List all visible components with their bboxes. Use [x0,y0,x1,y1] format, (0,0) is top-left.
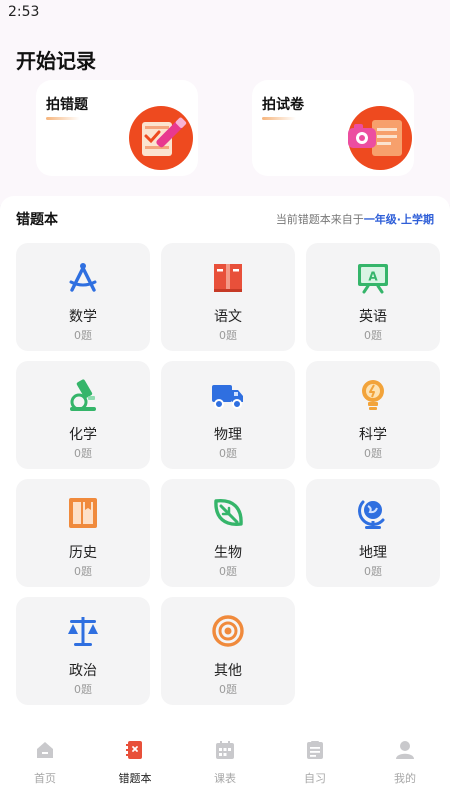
subject-name: 语文 [214,309,242,325]
profile-icon [396,741,414,759]
page-title: 开始记录 [16,49,96,73]
grade-selector-link[interactable]: 一年级·上学期 [364,213,434,226]
microscope-icon [70,379,96,411]
subject-tile-politics[interactable]: 政治 0题 [16,597,150,705]
svg-text:A: A [368,270,378,284]
subject-count: 0题 [364,447,382,460]
subject-name: 地理 [359,545,387,561]
target-icon [212,615,244,647]
grade-hint: 当前错题本来自于一年级·上学期 [276,211,434,227]
wrong-question-notebook: 错题本 当前错题本来自于一年级·上学期 数学 0题 语文 0题 A 英语 0题 … [0,196,450,734]
subject-name: 其他 [214,663,242,679]
snap-wrong-question-label: 拍错题 [46,97,88,113]
notebook-icon [126,741,142,759]
wrong-question-camera-icon [129,106,193,170]
bottom-tab-bar: 首页 错题本 课表 自习 我的 [0,734,450,800]
subject-count: 0题 [219,447,237,460]
lightbulb-icon [362,380,384,410]
clipboard-icon [307,741,323,759]
subject-name: 科学 [359,427,387,443]
subject-tile-math[interactable]: 数学 0题 [16,243,150,351]
letter-a-board-icon: A [358,264,388,294]
subject-tile-other[interactable]: 其他 0题 [161,597,295,705]
tab-self-study[interactable]: 自习 [270,734,360,800]
calendar-icon [216,741,234,759]
tab-schedule[interactable]: 课表 [180,734,270,800]
tab-notebook[interactable]: 错题本 [90,734,180,800]
scale-icon [68,617,98,646]
tab-label: 错题本 [118,772,152,785]
subject-name: 政治 [69,663,97,679]
subject-tile-chemistry[interactable]: 化学 0题 [16,361,150,469]
tab-profile[interactable]: 我的 [360,734,450,800]
status-time: 2:53 [8,4,40,20]
truck-icon [212,385,243,409]
leaf-icon [214,499,243,526]
subject-count: 0题 [219,329,237,342]
compass-icon [69,263,97,292]
snap-exam-paper-card[interactable]: 拍试卷 [252,80,414,176]
home-icon [37,742,53,758]
tab-label: 课表 [214,772,236,785]
tab-label: 首页 [34,772,56,785]
subject-name: 英语 [359,309,387,325]
snap-exam-paper-label: 拍试卷 [262,97,304,113]
tab-label: 自习 [304,772,326,785]
subject-count: 0题 [74,447,92,460]
subject-tile-biology[interactable]: 生物 0题 [161,479,295,587]
subject-tile-geography[interactable]: 地理 0题 [306,479,440,587]
subject-tile-history[interactable]: 历史 0题 [16,479,150,587]
exam-paper-camera-icon [348,106,412,170]
subject-count: 0题 [364,565,382,578]
subject-tile-english[interactable]: A 英语 0题 [306,243,440,351]
snap-wrong-question-card[interactable]: 拍错题 [36,80,198,176]
subject-count: 0题 [74,329,92,342]
subject-tile-science[interactable]: 科学 0题 [306,361,440,469]
subject-name: 数学 [69,309,97,325]
subject-name: 物理 [214,427,242,443]
grade-hint-prefix: 当前错题本来自于 [275,213,364,226]
subject-name: 历史 [69,545,97,561]
subject-count: 0题 [364,329,382,342]
tab-home[interactable]: 首页 [0,734,90,800]
subject-tile-physics[interactable]: 物理 0题 [161,361,295,469]
label-underline [46,117,80,120]
subject-tile-chinese[interactable]: 语文 0题 [161,243,295,351]
subject-count: 0题 [74,683,92,696]
subject-count: 0题 [219,565,237,578]
book-icon [214,264,242,292]
label-underline [262,117,296,120]
record-header: 2:53 开始记录 拍错题 拍试卷 [0,0,450,205]
subject-count: 0题 [74,565,92,578]
subject-name: 化学 [69,427,97,443]
section-title: 错题本 [16,212,58,228]
subject-name: 生物 [214,545,242,561]
tab-label: 我的 [394,772,416,785]
globe-icon [358,500,385,529]
subject-count: 0题 [219,683,237,696]
history-book-icon [69,498,97,528]
